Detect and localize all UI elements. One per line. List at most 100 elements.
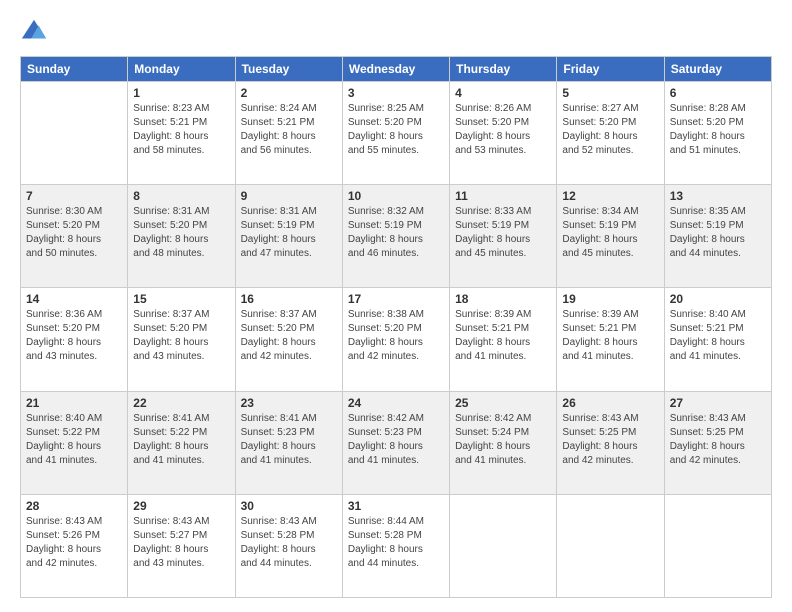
- day-info: Sunrise: 8:41 AMSunset: 5:23 PMDaylight:…: [241, 412, 337, 468]
- day-number: 18: [455, 292, 551, 306]
- day-number: 14: [26, 292, 122, 306]
- calendar-cell: 12Sunrise: 8:34 AMSunset: 5:19 PMDayligh…: [557, 185, 664, 288]
- day-number: 13: [670, 189, 766, 203]
- calendar-cell: 20 Sunrise: 8:40 AMSunset: 5:21 PMDayligh…: [664, 288, 771, 391]
- day-info: Sunrise: 8:35 AMSunset: 5:19 PMDaylight:…: [670, 205, 766, 261]
- day-info: Sunrise: 8:37 AMSunset: 5:20 PMDaylight:…: [241, 308, 337, 364]
- calendar-cell: 22 Sunrise: 8:41 AMSunset: 5:22 PMDayligh…: [128, 391, 235, 494]
- calendar-cell: 27 Sunrise: 8:43 AMSunset: 5:25 PMDayligh…: [664, 391, 771, 494]
- day-info: Sunrise: 8:40 AMSunset: 5:21 PMDaylight:…: [670, 308, 766, 364]
- day-info: Sunrise: 8:42 AMSunset: 5:24 PMDaylight:…: [455, 412, 551, 468]
- calendar-cell: 30Sunrise: 8:43 AMSunset: 5:28 PMDayligh…: [235, 494, 342, 597]
- day-info: Sunrise: 8:40 AMSunset: 5:22 PMDaylight:…: [26, 412, 122, 468]
- calendar-cell: 1 Sunrise: 8:23 AMSunset: 5:21 PMDaylight…: [128, 82, 235, 185]
- day-info: Sunrise: 8:32 AMSunset: 5:19 PMDaylight:…: [348, 205, 444, 261]
- calendar-table: SundayMondayTuesdayWednesdayThursdayFrid…: [20, 56, 772, 598]
- calendar-cell: [450, 494, 557, 597]
- day-info: Sunrise: 8:38 AMSunset: 5:20 PMDaylight:…: [348, 308, 444, 364]
- day-number: 23: [241, 396, 337, 410]
- weekday-header-saturday: Saturday: [664, 57, 771, 82]
- day-number: 9: [241, 189, 337, 203]
- calendar-cell: 15 Sunrise: 8:37 AMSunset: 5:20 PMDayligh…: [128, 288, 235, 391]
- day-info: Sunrise: 8:43 AMSunset: 5:27 PMDaylight:…: [133, 515, 229, 571]
- day-info: Sunrise: 8:26 AMSunset: 5:20 PMDaylight:…: [455, 102, 551, 158]
- calendar-cell: [21, 82, 128, 185]
- day-info: Sunrise: 8:39 AMSunset: 5:21 PMDaylight:…: [455, 308, 551, 364]
- day-number: 22: [133, 396, 229, 410]
- day-info: Sunrise: 8:25 AMSunset: 5:20 PMDaylight:…: [348, 102, 444, 158]
- logo: [20, 18, 52, 46]
- calendar-cell: 18 Sunrise: 8:39 AMSunset: 5:21 PMDayligh…: [450, 288, 557, 391]
- day-number: 16: [241, 292, 337, 306]
- day-number: 2: [241, 86, 337, 100]
- calendar-week-row: 14 Sunrise: 8:36 AMSunset: 5:20 PMDayligh…: [21, 288, 772, 391]
- day-number: 17: [348, 292, 444, 306]
- calendar-week-row: 21 Sunrise: 8:40 AMSunset: 5:22 PMDayligh…: [21, 391, 772, 494]
- calendar-cell: 5 Sunrise: 8:27 AMSunset: 5:20 PMDaylight…: [557, 82, 664, 185]
- day-number: 24: [348, 396, 444, 410]
- calendar-cell: [664, 494, 771, 597]
- calendar-cell: 16 Sunrise: 8:37 AMSunset: 5:20 PMDayligh…: [235, 288, 342, 391]
- day-number: 21: [26, 396, 122, 410]
- day-info: Sunrise: 8:31 AMSunset: 5:19 PMDaylight:…: [241, 205, 337, 261]
- calendar-cell: 8 Sunrise: 8:31 AMSunset: 5:20 PMDaylight…: [128, 185, 235, 288]
- day-number: 6: [670, 86, 766, 100]
- day-number: 15: [133, 292, 229, 306]
- calendar-cell: 7 Sunrise: 8:30 AMSunset: 5:20 PMDaylight…: [21, 185, 128, 288]
- weekday-header-tuesday: Tuesday: [235, 57, 342, 82]
- day-info: Sunrise: 8:39 AMSunset: 5:21 PMDaylight:…: [562, 308, 658, 364]
- day-info: Sunrise: 8:43 AMSunset: 5:28 PMDaylight:…: [241, 515, 337, 571]
- day-info: Sunrise: 8:31 AMSunset: 5:20 PMDaylight:…: [133, 205, 229, 261]
- day-number: 29: [133, 499, 229, 513]
- day-number: 3: [348, 86, 444, 100]
- day-info: Sunrise: 8:23 AMSunset: 5:21 PMDaylight:…: [133, 102, 229, 158]
- calendar-cell: 21 Sunrise: 8:40 AMSunset: 5:22 PMDayligh…: [21, 391, 128, 494]
- day-number: 5: [562, 86, 658, 100]
- calendar-cell: 24 Sunrise: 8:42 AMSunset: 5:23 PMDayligh…: [342, 391, 449, 494]
- calendar-cell: 14 Sunrise: 8:36 AMSunset: 5:20 PMDayligh…: [21, 288, 128, 391]
- day-number: 27: [670, 396, 766, 410]
- weekday-header-row: SundayMondayTuesdayWednesdayThursdayFrid…: [21, 57, 772, 82]
- day-number: 25: [455, 396, 551, 410]
- day-info: Sunrise: 8:42 AMSunset: 5:23 PMDaylight:…: [348, 412, 444, 468]
- calendar-cell: 2 Sunrise: 8:24 AMSunset: 5:21 PMDaylight…: [235, 82, 342, 185]
- logo-icon: [20, 18, 48, 46]
- weekday-header-sunday: Sunday: [21, 57, 128, 82]
- calendar-cell: 11Sunrise: 8:33 AMSunset: 5:19 PMDayligh…: [450, 185, 557, 288]
- calendar-cell: 25 Sunrise: 8:42 AMSunset: 5:24 PMDayligh…: [450, 391, 557, 494]
- day-info: Sunrise: 8:28 AMSunset: 5:20 PMDaylight:…: [670, 102, 766, 158]
- calendar-cell: 26 Sunrise: 8:43 AMSunset: 5:25 PMDayligh…: [557, 391, 664, 494]
- day-info: Sunrise: 8:36 AMSunset: 5:20 PMDaylight:…: [26, 308, 122, 364]
- day-info: Sunrise: 8:41 AMSunset: 5:22 PMDaylight:…: [133, 412, 229, 468]
- day-number: 26: [562, 396, 658, 410]
- day-number: 10: [348, 189, 444, 203]
- day-number: 11: [455, 189, 551, 203]
- day-info: Sunrise: 8:43 AMSunset: 5:26 PMDaylight:…: [26, 515, 122, 571]
- weekday-header-friday: Friday: [557, 57, 664, 82]
- day-number: 7: [26, 189, 122, 203]
- day-info: Sunrise: 8:37 AMSunset: 5:20 PMDaylight:…: [133, 308, 229, 364]
- day-number: 4: [455, 86, 551, 100]
- page: SundayMondayTuesdayWednesdayThursdayFrid…: [0, 0, 792, 612]
- day-number: 1: [133, 86, 229, 100]
- calendar-cell: 4 Sunrise: 8:26 AMSunset: 5:20 PMDaylight…: [450, 82, 557, 185]
- day-info: Sunrise: 8:24 AMSunset: 5:21 PMDaylight:…: [241, 102, 337, 158]
- day-info: Sunrise: 8:30 AMSunset: 5:20 PMDaylight:…: [26, 205, 122, 261]
- day-info: Sunrise: 8:27 AMSunset: 5:20 PMDaylight:…: [562, 102, 658, 158]
- calendar-week-row: 1 Sunrise: 8:23 AMSunset: 5:21 PMDaylight…: [21, 82, 772, 185]
- calendar-cell: [557, 494, 664, 597]
- calendar-cell: 10 Sunrise: 8:32 AMSunset: 5:19 PMDayligh…: [342, 185, 449, 288]
- day-info: Sunrise: 8:44 AMSunset: 5:28 PMDaylight:…: [348, 515, 444, 571]
- day-number: 8: [133, 189, 229, 203]
- weekday-header-thursday: Thursday: [450, 57, 557, 82]
- calendar-week-row: 28Sunrise: 8:43 AMSunset: 5:26 PMDayligh…: [21, 494, 772, 597]
- day-info: Sunrise: 8:43 AMSunset: 5:25 PMDaylight:…: [670, 412, 766, 468]
- calendar-cell: 19Sunrise: 8:39 AMSunset: 5:21 PMDayligh…: [557, 288, 664, 391]
- weekday-header-monday: Monday: [128, 57, 235, 82]
- day-number: 31: [348, 499, 444, 513]
- calendar-cell: 3 Sunrise: 8:25 AMSunset: 5:20 PMDaylight…: [342, 82, 449, 185]
- day-info: Sunrise: 8:43 AMSunset: 5:25 PMDaylight:…: [562, 412, 658, 468]
- calendar-week-row: 7 Sunrise: 8:30 AMSunset: 5:20 PMDaylight…: [21, 185, 772, 288]
- calendar-cell: 13 Sunrise: 8:35 AMSunset: 5:19 PMDayligh…: [664, 185, 771, 288]
- day-number: 20: [670, 292, 766, 306]
